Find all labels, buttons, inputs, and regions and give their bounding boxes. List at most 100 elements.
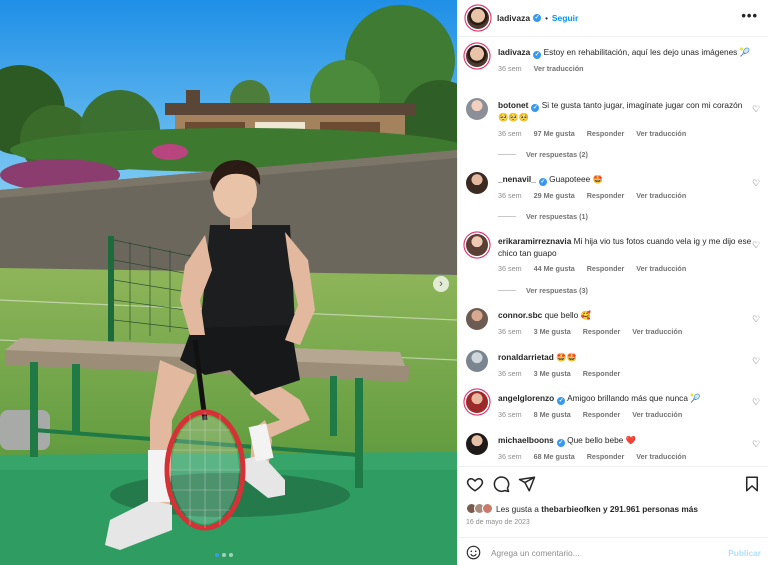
translate-link[interactable]: Ver traducción (636, 452, 686, 461)
carousel-dot (222, 553, 226, 557)
comment-text: Que bello bebe (567, 435, 624, 445)
author-username[interactable]: ladivaza (497, 13, 530, 23)
more-options-icon[interactable]: ••• (741, 9, 758, 22)
verified-badge-icon: ✓ (557, 397, 566, 405)
comment-like-heart-icon[interactable]: ♡ (751, 397, 761, 407)
comment-username[interactable]: botonet (498, 100, 528, 110)
view-replies-button[interactable]: Ver respuestas (2) (498, 150, 588, 159)
post-actions: Les gusta a thebarbieofken y 291.961 per… (458, 466, 768, 565)
comment-emoji: 🥰 (580, 310, 591, 320)
comment-icon[interactable] (492, 475, 510, 493)
likes-summary[interactable]: Les gusta a thebarbieofken y 291.961 per… (466, 503, 698, 514)
author-avatar[interactable] (467, 7, 489, 29)
comment-time: 36 sem (498, 410, 522, 419)
caption-username[interactable]: ladivaza (498, 47, 530, 57)
comment-likes[interactable]: 8 Me gusta (534, 410, 571, 419)
translate-link[interactable]: Ver traducción (632, 410, 682, 419)
post-date: 16 de mayo de 2023 (466, 519, 530, 526)
liker-avatar (482, 503, 493, 514)
comment-username[interactable]: _nenavil_ (498, 174, 536, 184)
reply-button[interactable]: Responder (587, 452, 625, 461)
translate-link[interactable]: Ver traducción (636, 129, 686, 138)
reply-button[interactable]: Responder (583, 327, 621, 336)
comment-likes[interactable]: 29 Me gusta (534, 191, 575, 200)
comment-likes[interactable]: 3 Me gusta (534, 327, 571, 336)
bookmark-icon[interactable] (743, 475, 761, 493)
comment-likes[interactable]: 68 Me gusta (534, 452, 575, 461)
send-icon[interactable] (518, 475, 536, 493)
post-header: ladivaza ✓ • Seguir ••• (458, 0, 768, 37)
view-replies-button[interactable]: Ver respuestas (1) (498, 212, 588, 221)
action-icons-row (466, 475, 761, 493)
replies-line (498, 154, 516, 155)
carousel-next-button[interactable]: › (433, 276, 449, 292)
reply-button[interactable]: Responder (587, 129, 625, 138)
comment-emoji: 🎾 (690, 393, 701, 403)
view-replies-button[interactable]: Ver respuestas (3) (498, 286, 588, 295)
view-replies-label: Ver respuestas (1) (526, 212, 588, 221)
caption-translate-link[interactable]: Ver traducción (534, 64, 584, 73)
comment-username[interactable]: ronaldarrietad (498, 352, 554, 362)
separator-dot: • (545, 13, 548, 23)
caption-text: Estoy en rehabilitación, aquí les dejo u… (543, 47, 738, 57)
comment-likes[interactable]: 3 Me gusta (534, 369, 571, 378)
comment-avatar[interactable] (466, 308, 488, 330)
comment-time: 36 sem (498, 452, 522, 461)
comment-emoji: 🥺🥺🥺 (498, 112, 529, 122)
replies-line (498, 290, 516, 291)
comment-emoji: 🤩 (592, 174, 603, 184)
translate-link[interactable]: Ver traducción (636, 191, 686, 200)
comment-username[interactable]: michaelboons (498, 435, 554, 445)
comment-likes[interactable]: 44 Me gusta (534, 264, 575, 273)
reply-button[interactable]: Responder (587, 191, 625, 200)
likes-count[interactable]: y 291.961 personas más (603, 504, 698, 514)
view-replies-label: Ver respuestas (3) (526, 286, 588, 295)
comment-text: Si te gusta tanto jugar, imagínate jugar… (541, 100, 743, 110)
comment-text: Amigoo brillando más que nunca (567, 393, 688, 403)
carousel-indicator (215, 553, 233, 557)
post-photo[interactable]: › (0, 0, 457, 565)
comment-like-heart-icon[interactable]: ♡ (751, 104, 761, 114)
smiley-icon[interactable] (466, 545, 481, 560)
comment-like-heart-icon[interactable]: ♡ (751, 356, 761, 366)
post-comment-button[interactable]: Publicar (728, 548, 761, 558)
reply-button[interactable]: Responder (583, 410, 621, 419)
comment-username[interactable]: erikaramirreznavia (498, 236, 571, 246)
replies-line (498, 216, 516, 217)
comment-avatar[interactable] (466, 98, 488, 120)
comment-username[interactable]: connor.sbc (498, 310, 542, 320)
comment-composer: Agrega un comentario... Publicar (458, 537, 768, 565)
comment-time: 36 sem (498, 128, 522, 138)
carousel-dot (215, 553, 219, 557)
comment-like-heart-icon[interactable]: ♡ (751, 439, 761, 449)
comment-emoji: 🤩🤩 (556, 352, 577, 362)
comment-avatar[interactable] (466, 391, 488, 413)
likes-prefix: Les gusta a (496, 503, 539, 514)
comment-time: 36 sem (498, 264, 522, 273)
caption-avatar[interactable] (466, 45, 488, 67)
comment-username[interactable]: angelglorenzo (498, 393, 554, 403)
comment-input[interactable]: Agrega un comentario... (491, 548, 728, 558)
reply-button[interactable]: Responder (583, 369, 621, 378)
heart-icon[interactable] (466, 475, 484, 493)
comment-text: Guapoteee (549, 174, 591, 184)
verified-badge-icon: ✓ (556, 439, 565, 447)
comment-time: 36 sem (498, 326, 522, 336)
comment-avatar[interactable] (466, 350, 488, 372)
comment-avatar[interactable] (466, 172, 488, 194)
photo-illustration (0, 0, 457, 565)
translate-link[interactable]: Ver traducción (636, 264, 686, 273)
comment-like-heart-icon[interactable]: ♡ (751, 314, 761, 324)
likes-username[interactable]: thebarbieofken (541, 504, 600, 514)
translate-link[interactable]: Ver traducción (632, 327, 682, 336)
view-replies-label: Ver respuestas (2) (526, 150, 588, 159)
comment-avatar[interactable] (466, 433, 488, 455)
comment-avatar[interactable] (466, 234, 488, 256)
comment-likes[interactable]: 97 Me gusta (534, 129, 575, 138)
follow-button[interactable]: Seguir (552, 13, 578, 23)
verified-badge-icon: ✓ (533, 14, 542, 22)
verified-badge-icon: ✓ (531, 104, 540, 112)
comment-like-heart-icon[interactable]: ♡ (751, 240, 761, 250)
comment-like-heart-icon[interactable]: ♡ (751, 178, 761, 188)
reply-button[interactable]: Responder (587, 264, 625, 273)
